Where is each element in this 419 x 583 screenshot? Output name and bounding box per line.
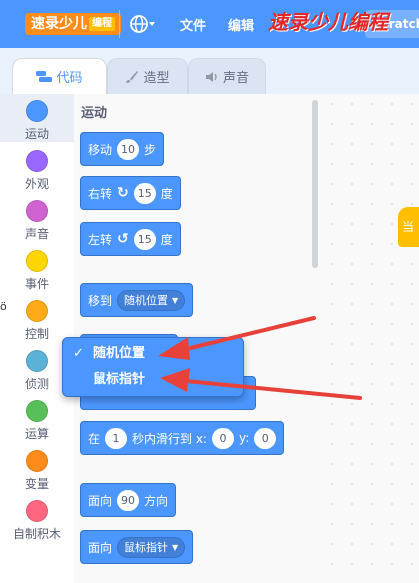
tab-sounds[interactable]: 声音 xyxy=(188,58,266,94)
category-my-blocks-label: 自制积木 xyxy=(12,527,61,541)
glide-xy-block[interactable]: 在 1 秒内滑行到 x: 0 y: 0 xyxy=(80,421,285,455)
logo-badge: 编程 xyxy=(89,17,115,31)
code-icon xyxy=(36,70,53,82)
turn-right-degrees-input[interactable]: 15 xyxy=(133,182,156,204)
category-motion[interactable]: 运动 xyxy=(0,94,74,142)
chevron-down-icon: ▼ xyxy=(172,542,179,552)
glide-middle-label: 秒内滑行到 x: xyxy=(132,431,207,446)
category-looks-label: 外观 xyxy=(24,177,49,191)
sound-color-dot xyxy=(26,200,48,222)
glide-x-input[interactable]: 0 xyxy=(211,427,234,449)
glide-y-label: y: xyxy=(238,431,250,445)
sensing-color-dot xyxy=(26,350,48,372)
edit-menu[interactable]: 编辑 xyxy=(228,15,254,34)
category-sound[interactable]: 声音 xyxy=(0,200,74,242)
menu-bar: 速录少儿编程 文件 编辑 Scratch 速录少儿编程 xyxy=(0,0,419,48)
point-towards-block[interactable]: 面向 鼠标指针 ▼ xyxy=(80,530,194,564)
point-towards-dropdown[interactable]: 鼠标指针 ▼ xyxy=(117,536,186,558)
menu-divider xyxy=(119,10,120,38)
watermark-logo: 速录少儿编程 xyxy=(268,10,388,34)
category-events[interactable]: 事件 xyxy=(0,250,74,292)
language-menu[interactable] xyxy=(129,12,155,36)
category-looks[interactable]: 外观 xyxy=(0,150,74,192)
category-motion-label: 运动 xyxy=(24,127,49,141)
goto-target-value: 随机位置 xyxy=(124,293,169,307)
code-workspace[interactable] xyxy=(322,94,419,583)
goto-dropdown-menu: ✓ 随机位置 鼠标指针 xyxy=(62,337,244,397)
turn-right-label: 右转 xyxy=(88,186,113,201)
move-steps-input[interactable]: 10 xyxy=(117,138,140,160)
point-label: 面向 xyxy=(88,493,113,508)
speaker-icon xyxy=(205,71,217,82)
tab-code[interactable]: 代码 xyxy=(12,58,107,94)
tab-costumes-label: 造型 xyxy=(143,71,170,86)
option-mouse-pointer[interactable]: 鼠标指针 xyxy=(63,367,243,393)
point-direction-input[interactable]: 90 xyxy=(117,489,140,511)
goto-label: 移到 xyxy=(88,293,113,308)
move-label: 移动 xyxy=(88,142,113,157)
turn-right-block[interactable]: 右转 ↻ 15 度 xyxy=(80,176,181,210)
event-hat-block[interactable]: 当 xyxy=(398,207,419,247)
move-unit: 步 xyxy=(144,142,157,157)
category-variables-label: 变量 xyxy=(24,477,49,491)
section-title: 运动 xyxy=(81,106,108,121)
category-my-blocks[interactable]: 自制积木 xyxy=(0,500,74,542)
turn-left-degrees-input[interactable]: 15 xyxy=(133,228,156,250)
glide-y-input[interactable]: 0 xyxy=(254,427,277,449)
events-color-dot xyxy=(26,250,48,272)
globe-icon xyxy=(130,15,155,33)
chevron-down-icon: ▼ xyxy=(172,295,179,305)
goto-block[interactable]: 移到 随机位置 ▼ xyxy=(80,283,194,317)
point-towards-label: 面向 xyxy=(88,540,113,555)
tab-code-label: 代码 xyxy=(56,71,83,86)
turn-left-unit: 度 xyxy=(160,232,173,247)
edge-text: ö xyxy=(0,300,7,313)
option-mouse-pointer-label: 鼠标指针 xyxy=(93,372,146,387)
point-towards-value: 鼠标指针 xyxy=(124,540,169,554)
category-control[interactable]: 控制 xyxy=(0,300,74,342)
logo-text: 速录少儿 xyxy=(31,16,87,32)
checkmark-icon: ✓ xyxy=(73,346,84,361)
glide-prefix: 在 xyxy=(88,431,101,446)
turn-left-block[interactable]: 左转 ↺ 15 度 xyxy=(80,222,181,256)
palette-scrollbar[interactable] xyxy=(312,100,318,268)
category-operators[interactable]: 运算 xyxy=(0,400,74,442)
option-random-position[interactable]: ✓ 随机位置 xyxy=(63,341,243,367)
tab-costumes[interactable]: 造型 xyxy=(107,58,188,94)
option-random-position-label: 随机位置 xyxy=(93,346,146,361)
goto-target-dropdown[interactable]: 随机位置 ▼ xyxy=(117,289,186,311)
category-operators-label: 运算 xyxy=(24,427,49,441)
point-unit: 方向 xyxy=(144,493,169,508)
turn-left-label: 左转 xyxy=(88,232,113,247)
rotate-left-icon: ↺ xyxy=(117,231,129,247)
logo[interactable]: 速录少儿 编程 xyxy=(25,13,121,35)
tab-sounds-label: 声音 xyxy=(222,71,249,86)
variables-color-dot xyxy=(26,450,48,472)
brush-icon xyxy=(126,70,139,83)
motion-color-dot xyxy=(26,100,48,122)
operators-color-dot xyxy=(26,400,48,422)
point-direction-block[interactable]: 面向 90 方向 xyxy=(80,483,177,517)
category-sound-label: 声音 xyxy=(24,227,49,241)
file-menu[interactable]: 文件 xyxy=(180,15,206,34)
category-events-label: 事件 xyxy=(24,277,49,291)
turn-right-unit: 度 xyxy=(160,186,173,201)
rotate-right-icon: ↻ xyxy=(117,185,129,201)
category-sensing-label: 侦测 xyxy=(24,377,49,391)
category-variables[interactable]: 变量 xyxy=(0,450,74,492)
my-blocks-color-dot xyxy=(26,500,48,522)
category-control-label: 控制 xyxy=(24,327,49,341)
move-steps-block[interactable]: 移动 10 步 xyxy=(80,132,165,166)
glide-secs-input[interactable]: 1 xyxy=(105,427,128,449)
control-color-dot xyxy=(26,300,48,322)
looks-color-dot xyxy=(26,150,48,172)
